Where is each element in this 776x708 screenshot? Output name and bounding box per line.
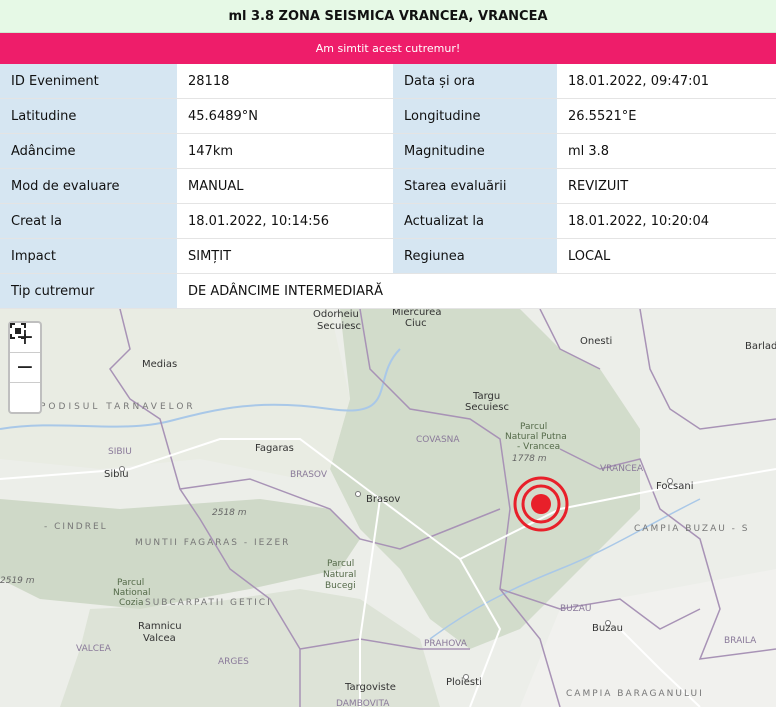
type-value: DE ADÂNCIME INTERMEDIARĂ <box>177 273 776 309</box>
region-label: SUBCARPATII GETICI <box>145 598 272 608</box>
region-label: CAMPIA BUZAU - S <box>634 524 750 534</box>
table-row: Latitudine 45.6489°N Longitudine 26.5521… <box>0 98 776 134</box>
fullscreen-icon <box>10 323 26 339</box>
county-label: VALCEA <box>76 644 112 654</box>
elevation-label: 2518 m <box>212 508 247 518</box>
place-label: Miercurea <box>392 309 441 318</box>
created-value: 18.01.2022, 10:14:56 <box>177 203 393 239</box>
zoom-controls: + − <box>8 321 42 414</box>
table-row: Impact SIMȚIT Regiunea LOCAL <box>0 238 776 274</box>
region-label: Regiunea <box>393 238 557 274</box>
county-label: SIBIU <box>108 447 132 457</box>
park-label: Parcul <box>520 422 547 432</box>
eval-status-value: REVIZUIT <box>557 168 776 204</box>
place-label: Secuiesc <box>465 402 509 413</box>
table-row: Adâncime 147km Magnitudine ml 3.8 <box>0 133 776 169</box>
county-label: ARGES <box>218 657 249 667</box>
updated-value: 18.01.2022, 10:20:04 <box>557 203 776 239</box>
map-view[interactable]: Odorheiu Secuiesc Miercurea Ciuc Onesti … <box>0 309 776 707</box>
updated-label: Actualizat la <box>393 203 557 239</box>
county-label: DAMBOVITA <box>336 699 390 707</box>
impact-value: SIMȚIT <box>177 238 393 274</box>
impact-label: Impact <box>0 238 177 274</box>
park-label: Natural Putna <box>505 432 567 442</box>
park-label: Cozia <box>119 598 144 608</box>
elevation-label: 2519 m <box>0 576 35 586</box>
park-label: Parcul <box>327 559 354 569</box>
county-label: COVASNA <box>416 435 460 445</box>
magnitude-value: ml 3.8 <box>557 133 776 169</box>
latitude-value: 45.6489°N <box>177 98 393 134</box>
place-label: Targu <box>472 391 500 402</box>
region-label: PODISUL TARNAVELOR <box>40 402 196 412</box>
county-label: BUZAU <box>560 604 592 614</box>
depth-value: 147km <box>177 133 393 169</box>
eval-status-label: Starea evaluării <box>393 168 557 204</box>
datetime-value: 18.01.2022, 09:47:01 <box>557 64 776 99</box>
created-label: Creat la <box>0 203 177 239</box>
table-row: Mod de evaluare MANUAL Starea evaluării … <box>0 168 776 204</box>
fullscreen-button[interactable] <box>10 323 40 412</box>
place-label: Secuiesc <box>317 321 361 332</box>
park-label: Bucegi <box>325 581 356 591</box>
event-details-table: ID Eveniment 28118 Data și ora 18.01.202… <box>0 64 776 309</box>
longitude-label: Longitudine <box>393 98 557 134</box>
longitude-value: 26.5521°E <box>557 98 776 134</box>
table-row: Tip cutremur DE ADÂNCIME INTERMEDIARĂ <box>0 273 776 309</box>
place-label: Sibiu <box>104 469 129 480</box>
place-label: Focsani <box>656 481 693 492</box>
id-value: 28118 <box>177 64 393 99</box>
park-label: National <box>113 588 151 598</box>
county-label: PRAHOVA <box>424 639 468 649</box>
park-label: - Vrancea <box>517 442 560 452</box>
place-label: Odorheiu <box>313 309 359 320</box>
depth-label: Adâncime <box>0 133 177 169</box>
datetime-label: Data și ora <box>393 64 557 99</box>
park-label: Parcul <box>117 578 144 588</box>
place-label: Targoviste <box>344 682 396 693</box>
region-value: LOCAL <box>557 238 776 274</box>
place-label: Brasov <box>366 494 400 505</box>
map-canvas[interactable]: Odorheiu Secuiesc Miercurea Ciuc Onesti … <box>0 309 776 707</box>
eval-mode-label: Mod de evaluare <box>0 168 177 204</box>
type-label: Tip cutremur <box>0 273 177 309</box>
place-label: Valcea <box>143 633 176 644</box>
place-label: Ciuc <box>405 318 427 329</box>
place-label: Fagaras <box>255 443 294 454</box>
park-label: Natural <box>323 570 356 580</box>
zoom-out-button[interactable]: − <box>10 353 40 383</box>
place-label: Medias <box>142 359 177 370</box>
region-label: MUNTII FAGARAS - IEZER <box>135 538 290 548</box>
place-label: Onesti <box>580 336 612 347</box>
id-label: ID Eveniment <box>0 64 177 99</box>
eval-mode-value: MANUAL <box>177 168 393 204</box>
epicenter-marker[interactable] <box>513 476 569 532</box>
magnitude-label: Magnitudine <box>393 133 557 169</box>
felt-earthquake-button[interactable]: Am simtit acest cutremur! <box>0 33 776 64</box>
table-row: ID Eveniment 28118 Data și ora 18.01.202… <box>0 64 776 99</box>
page-title: ml 3.8 ZONA SEISMICA VRANCEA, VRANCEA <box>0 0 776 33</box>
table-row: Creat la 18.01.2022, 10:14:56 Actualizat… <box>0 203 776 239</box>
county-label: VRANCEA <box>600 464 644 474</box>
latitude-label: Latitudine <box>0 98 177 134</box>
place-label: Ramnicu <box>138 621 182 632</box>
county-label: BRASOV <box>290 470 328 480</box>
county-label: BRAILA <box>724 636 757 646</box>
region-label: - CINDREL <box>44 522 108 532</box>
place-label: Barlad <box>745 341 776 352</box>
elevation-label: 1778 m <box>512 454 547 464</box>
region-label: CAMPIA BARAGANULUI <box>566 689 704 699</box>
